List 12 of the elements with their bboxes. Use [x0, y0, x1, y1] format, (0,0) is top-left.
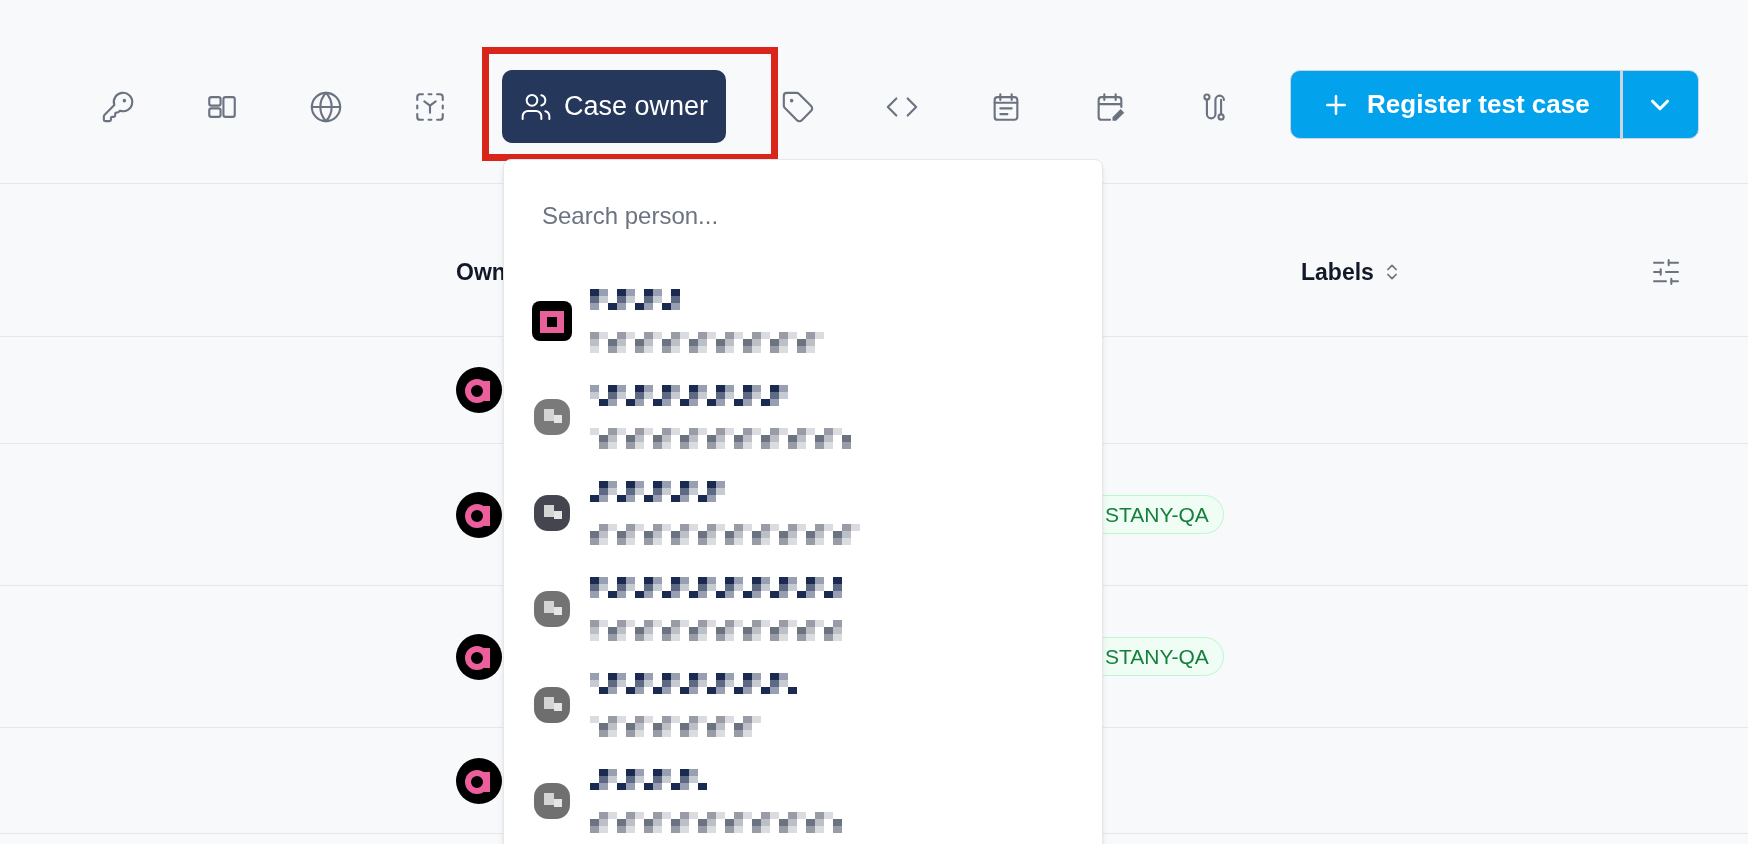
globe-icon [309, 89, 343, 124]
search-field[interactable]: Search person... [532, 194, 1072, 238]
tag-icon [781, 89, 816, 124]
logo-avatar-icon [456, 633, 502, 680]
column-header: Own [456, 258, 506, 285]
key-icon [101, 89, 135, 124]
logo-avatar-icon [456, 757, 502, 804]
case-owner-button[interactable]: Case owner [502, 70, 727, 143]
logo-avatar-icon [456, 367, 502, 413]
logo-avatar-icon [456, 491, 502, 538]
column-header: Labels [1301, 257, 1374, 287]
column-settings-icon[interactable] [1650, 256, 1682, 288]
